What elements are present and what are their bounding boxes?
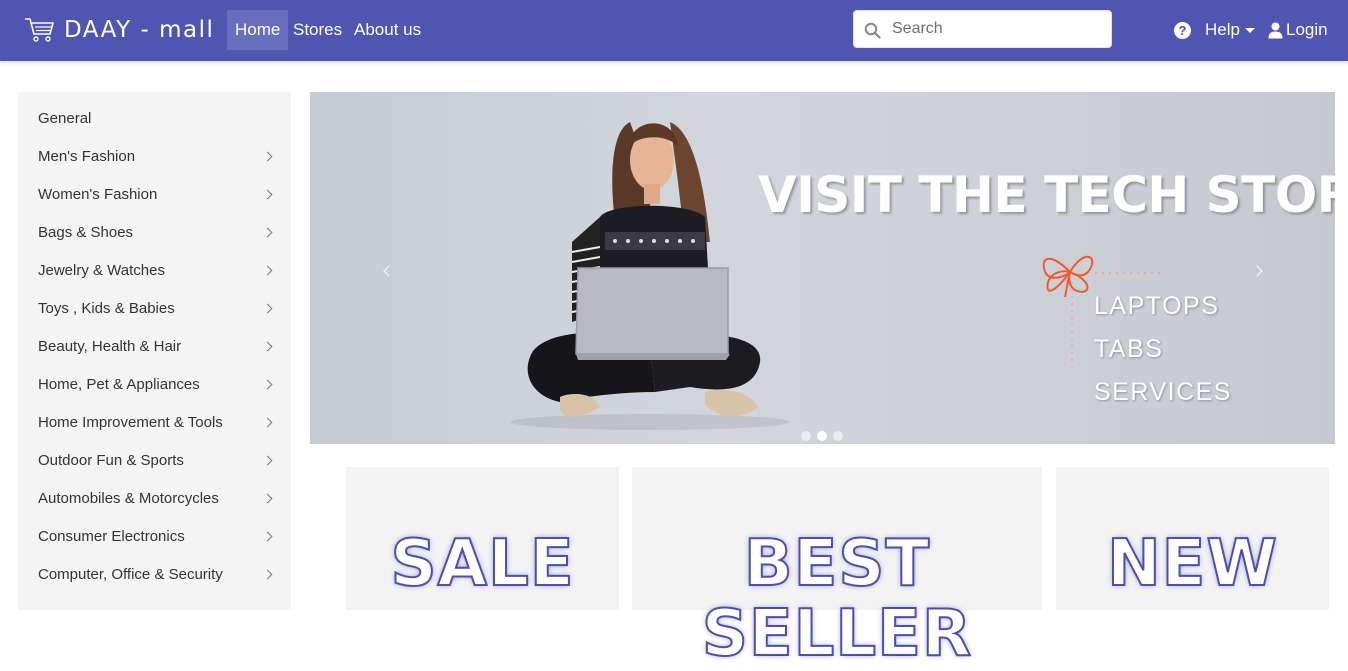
sidebar-item-label: Consumer Electronics <box>38 528 185 545</box>
hero-item-tabs: TABS <box>1094 335 1164 363</box>
sidebar-item-label: Computer, Office & Security <box>38 566 223 583</box>
sidebar-item-computer-office-security[interactable]: Computer, Office & Security <box>18 557 291 595</box>
sidebar-item-label: Men's Fashion <box>38 148 136 165</box>
search-box <box>853 10 1112 48</box>
shopping-cart-icon <box>25 18 54 42</box>
help-label: Help <box>1205 20 1240 39</box>
chevron-right-icon <box>262 531 273 542</box>
carousel-indicator-2[interactable] <box>817 431 827 441</box>
sidebar-item-general[interactable]: General <box>18 101 291 139</box>
sidebar-item-home-improvement-tools[interactable]: Home Improvement & Tools <box>18 405 291 443</box>
chevron-right-icon <box>262 569 273 580</box>
sidebar-item-label: Home, Pet & Appliances <box>38 376 200 393</box>
carousel-indicator-3[interactable] <box>833 431 843 441</box>
sidebar-item-label: Beauty, Health & Hair <box>38 338 182 355</box>
carousel-indicators <box>801 431 843 441</box>
nav-home[interactable]: Home <box>227 10 289 50</box>
sidebar-item-label: Bags & Shoes <box>38 224 134 241</box>
top-navbar: DAAY - mall Home Stores About us ? Help … <box>0 0 1348 61</box>
chevron-right-icon <box>262 417 273 428</box>
sidebar-item-label: Outdoor Fun & Sports <box>38 452 184 469</box>
question-circle-icon: ? <box>1174 21 1191 39</box>
brand-name: DAAY - mall <box>64 17 215 43</box>
nav-about-us[interactable]: About us <box>346 10 429 50</box>
help-dropdown[interactable]: ? Help <box>1174 10 1255 50</box>
caret-down-icon <box>1244 27 1255 33</box>
chevron-right-icon <box>262 151 273 162</box>
chevron-right-icon <box>262 303 273 314</box>
sidebar-item-beauty-health-hair[interactable]: Beauty, Health & Hair <box>18 329 291 367</box>
sidebar-item-automobiles-motorcycles[interactable]: Automobiles & Motorcycles <box>18 481 291 519</box>
sidebar-item-toys-kids-babies[interactable]: Toys , Kids & Babies <box>18 291 291 329</box>
hero-title: VISIT THE TECH STORE <box>758 166 1335 224</box>
promo-best-seller-text: BEST SELLER <box>701 527 973 671</box>
sidebar-item-label: General <box>38 110 92 127</box>
promo-best-seller-tile[interactable]: BEST SELLER <box>632 467 1042 670</box>
sidebar-item-label: Toys , Kids & Babies <box>38 300 175 317</box>
login-link[interactable]: Login <box>1268 10 1328 50</box>
search-icon <box>864 22 881 39</box>
chevron-right-icon <box>262 341 273 352</box>
chevron-right-icon <box>262 227 273 238</box>
sidebar-item-home-pet-appliances[interactable]: Home, Pet & Appliances <box>18 367 291 405</box>
login-label: Login <box>1286 20 1328 39</box>
chevron-right-icon <box>262 379 273 390</box>
sidebar-item-outdoor-fun-sports[interactable]: Outdoor Fun & Sports <box>18 443 291 481</box>
chevron-right-icon <box>262 493 273 504</box>
brand-logo[interactable]: DAAY - mall <box>24 14 214 46</box>
chevron-right-icon <box>262 189 273 200</box>
hero-item-laptops: LAPTOPS <box>1094 292 1220 320</box>
nav-stores[interactable]: Stores <box>285 10 350 50</box>
sidebar-item-label: Jewelry & Watches <box>38 262 165 279</box>
sidebar-item-jewelry-watches[interactable]: Jewelry & Watches <box>18 253 291 291</box>
hero-item-services: SERVICES <box>1094 378 1232 406</box>
sidebar-item-label: Automobiles & Motorcycles <box>38 490 219 507</box>
sidebar-item-consumer-electronics[interactable]: Consumer Electronics <box>18 519 291 557</box>
sidebar-item-label: Women's Fashion <box>38 186 158 203</box>
hero-carousel: VISIT THE TECH STORE LAPTOPS TABS SERVIC… <box>310 92 1335 444</box>
promo-sale-tile[interactable]: SALE <box>346 467 619 610</box>
sidebar-item-bags-shoes[interactable]: Bags & Shoes <box>18 215 291 253</box>
promo-sale-text: SALE <box>389 527 575 601</box>
carousel-indicator-1[interactable] <box>801 431 811 441</box>
sidebar-item-label: Home Improvement & Tools <box>38 414 223 431</box>
category-sidebar: General Men's Fashion Women's Fashion Ba… <box>18 92 291 610</box>
promo-new-text: NEW <box>1106 527 1278 601</box>
promo-new-tile[interactable]: NEW <box>1056 467 1329 610</box>
chevron-right-icon <box>262 455 273 466</box>
sidebar-item-womens-fashion[interactable]: Women's Fashion <box>18 177 291 215</box>
sidebar-item-mens-fashion[interactable]: Men's Fashion <box>18 139 291 177</box>
chevron-right-icon <box>262 265 273 276</box>
user-icon <box>1268 22 1283 38</box>
search-input[interactable] <box>892 11 1102 47</box>
